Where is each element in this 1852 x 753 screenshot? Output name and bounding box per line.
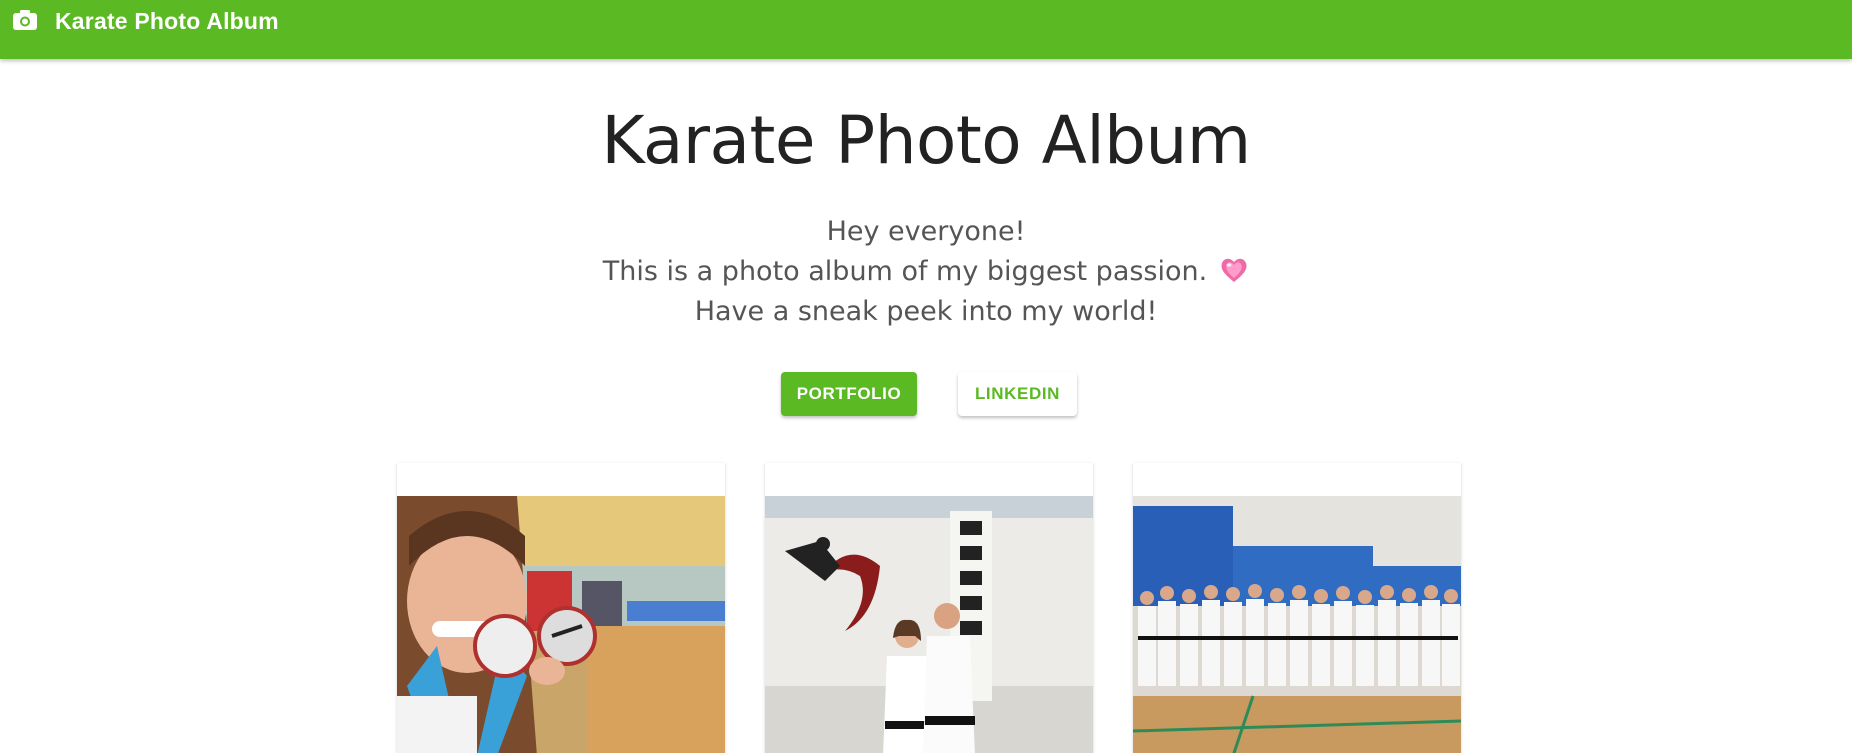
intro-line-2-text: This is a photo album of my biggest pass…: [602, 256, 1208, 287]
linkedin-button[interactable]: LINKEDIN: [958, 372, 1077, 416]
intro-line-2: This is a photo album of my biggest pass…: [0, 252, 1852, 292]
karate-medal-selfie-photo: [397, 496, 725, 753]
pink-heart-icon: [1221, 258, 1247, 282]
page-title: Karate Photo Album: [601, 102, 1251, 179]
app-bar: Karate Photo Album: [0, 0, 1852, 59]
intro-line-1: Hey everyone!: [826, 216, 1026, 247]
photo-card[interactable]: [765, 463, 1093, 753]
intro-line-3: Have a sneak peek into my world!: [694, 296, 1158, 327]
photo-card[interactable]: [1133, 463, 1461, 753]
portfolio-button[interactable]: PORTFOLIO: [781, 372, 917, 416]
camera-icon: [13, 10, 37, 30]
photo-card[interactable]: [397, 463, 725, 753]
karate-group-photo-photo: [1133, 496, 1461, 753]
intro-text: Hey everyone! This is a photo album of m…: [0, 212, 1852, 332]
dojo-couple-with-banner-photo: [765, 496, 1093, 753]
app-title[interactable]: Karate Photo Album: [55, 6, 279, 36]
